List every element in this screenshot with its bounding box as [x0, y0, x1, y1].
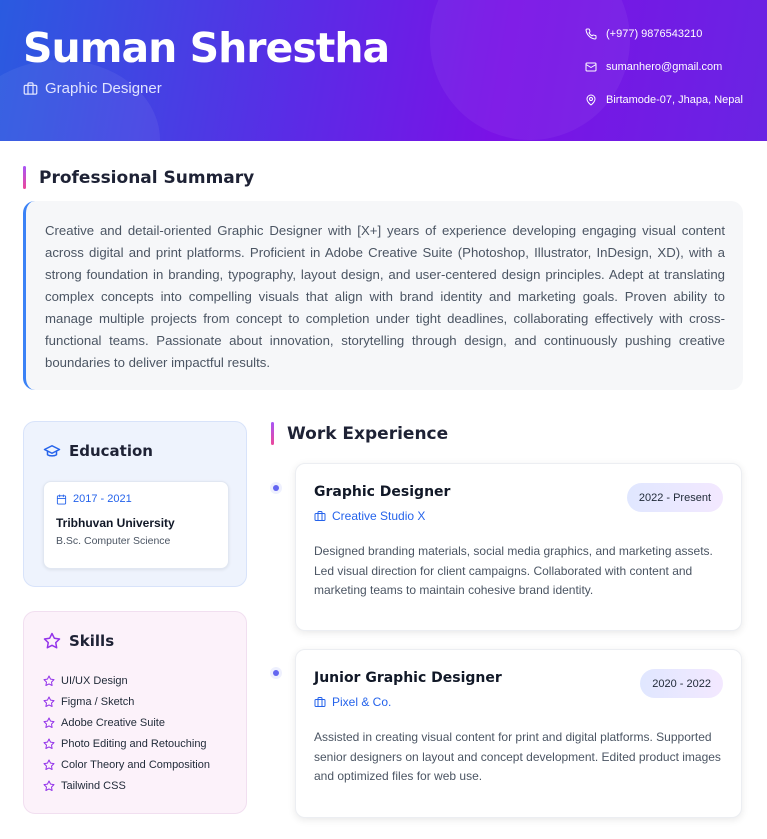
- contact-location: Birtamode-07, Jhapa, Nepal: [585, 92, 743, 108]
- skill-label: UI/UX Design: [61, 674, 128, 687]
- experience-title: Work Experience: [287, 423, 449, 444]
- graduation-cap-icon: [43, 445, 61, 457]
- briefcase-icon: [23, 82, 38, 95]
- heading-accent-bar: [23, 166, 26, 189]
- star-icon: [43, 717, 55, 728]
- education-years: 2017 - 2021: [56, 493, 216, 505]
- star-icon: [43, 759, 55, 770]
- skill-label: Figma / Sketch: [61, 695, 135, 708]
- education-years-text: 2017 - 2021: [73, 493, 132, 505]
- job-description: Designed branding materials, social medi…: [314, 544, 713, 597]
- location-icon: [586, 94, 596, 106]
- job-company-name: Pixel & Co.: [332, 695, 392, 709]
- header-decoration: [0, 60, 160, 141]
- contact-phone[interactable]: (+977) 9876543210: [585, 26, 743, 42]
- education-card: Education 2017 - 2021 Tribhuvan Universi…: [23, 421, 247, 587]
- job-title: Junior Graphic Designer: [314, 670, 502, 686]
- timeline-dot: [273, 485, 279, 491]
- contact-email-text: sumanhero@gmail.com: [606, 61, 723, 73]
- building-icon: [314, 511, 326, 521]
- skill-item: UI/UX Design: [43, 670, 210, 691]
- job-company: Pixel & Co.: [314, 695, 391, 709]
- star-icon: [43, 738, 55, 749]
- building-icon: [314, 697, 326, 707]
- experience-heading: Work Experience: [271, 422, 448, 445]
- job-card: Junior Graphic Designer Pixel & Co. 2020…: [295, 649, 742, 818]
- summary-text: Creative and detail-oriented Graphic Des…: [23, 201, 743, 390]
- star-icon: [43, 675, 55, 686]
- job-title: Graphic Designer: [314, 484, 451, 500]
- resume-header: Suman Shrestha Graphic Designer (+977) 9…: [0, 0, 767, 141]
- summary-title: Professional Summary: [39, 167, 255, 188]
- heading-accent-bar: [271, 422, 274, 445]
- contact-list: (+977) 9876543210 sumanhero@gmail.com Bi…: [585, 26, 743, 125]
- mail-icon: [585, 62, 597, 72]
- job-date-badge: 2022 - Present: [626, 483, 723, 512]
- star-icon: [43, 632, 61, 649]
- job-role: Graphic Designer: [23, 80, 162, 97]
- skills-list: UI/UX Design Figma / Sketch Adobe Creati…: [43, 670, 210, 796]
- skill-label: Adobe Creative Suite: [61, 716, 165, 729]
- skill-label: Tailwind CSS: [61, 779, 126, 792]
- skill-label: Color Theory and Composition: [61, 758, 210, 771]
- skill-item: Color Theory and Composition: [43, 754, 210, 775]
- job-date-badge: 2020 - 2022: [640, 669, 723, 698]
- star-icon: [43, 780, 55, 791]
- contact-location-text: Birtamode-07, Jhapa, Nepal: [606, 94, 743, 106]
- star-icon: [43, 696, 55, 707]
- job-role-label: Graphic Designer: [45, 80, 162, 97]
- contact-email[interactable]: sumanhero@gmail.com: [585, 59, 743, 75]
- skills-card: Skills UI/UX Design Figma / Sketch Adobe…: [23, 611, 247, 814]
- education-heading: Education: [43, 442, 153, 460]
- skill-item: Figma / Sketch: [43, 691, 210, 712]
- job-card: Graphic Designer Creative Studio X 2022 …: [295, 463, 742, 631]
- education-school: Tribhuvan University: [56, 516, 175, 530]
- phone-icon: [585, 28, 597, 40]
- job-description: Assisted in creating visual content for …: [314, 730, 721, 783]
- contact-phone-text: (+977) 9876543210: [606, 28, 703, 40]
- summary-heading: Professional Summary: [23, 166, 254, 189]
- skills-heading: Skills: [43, 632, 114, 650]
- skill-label: Photo Editing and Retouching: [61, 737, 207, 750]
- full-name: Suman Shrestha: [23, 24, 390, 72]
- skill-item: Photo Editing and Retouching: [43, 733, 210, 754]
- job-company-name: Creative Studio X: [332, 509, 426, 523]
- skills-title: Skills: [69, 632, 115, 650]
- skill-item: Tailwind CSS: [43, 775, 210, 796]
- calendar-icon: [56, 493, 67, 505]
- job-company: Creative Studio X: [314, 509, 425, 523]
- timeline-dot: [273, 670, 279, 676]
- education-degree: B.Sc. Computer Science: [56, 535, 171, 547]
- education-title: Education: [69, 442, 153, 460]
- skill-item: Adobe Creative Suite: [43, 712, 210, 733]
- education-item: 2017 - 2021 Tribhuvan University B.Sc. C…: [43, 481, 229, 569]
